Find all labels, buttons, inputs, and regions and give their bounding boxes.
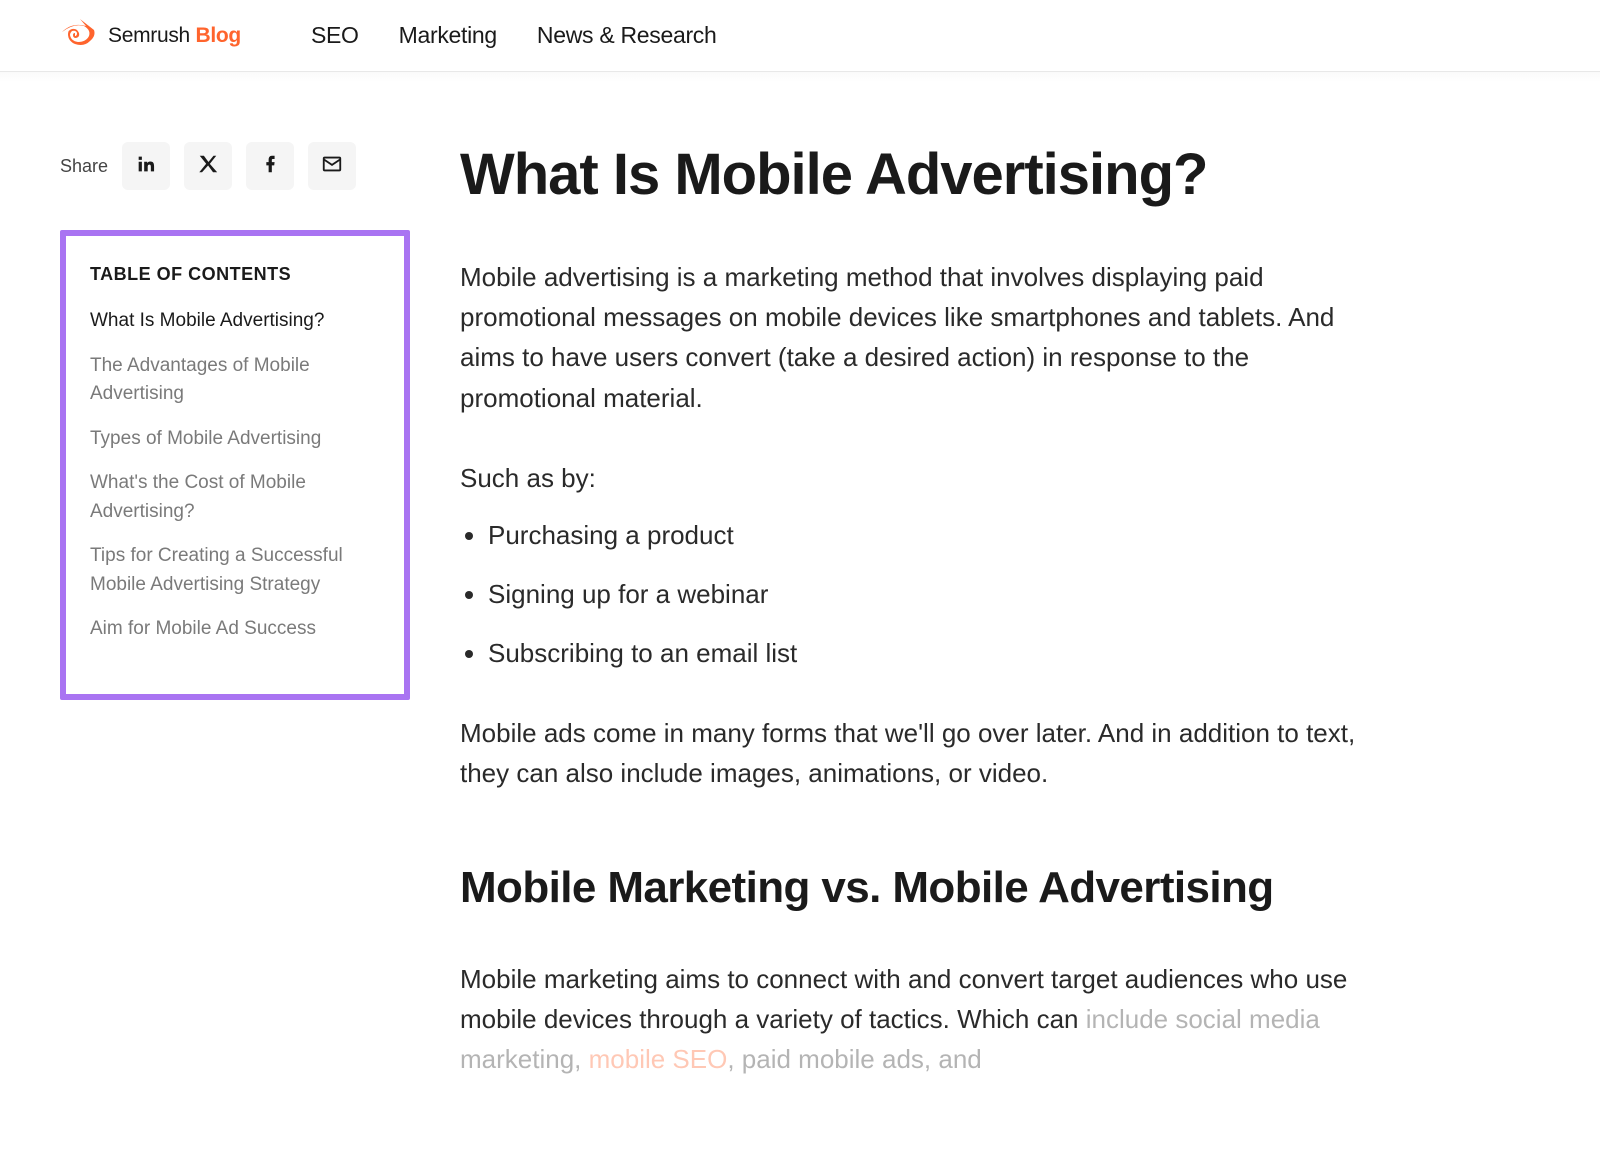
toc-item-what-is[interactable]: What Is Mobile Advertising? [90,307,380,336]
sidebar: Share TABLE [60,142,410,700]
article-body: What Is Mobile Advertising? Mobile adver… [460,142,1420,1079]
toc-title: TABLE OF CONTENTS [90,264,380,285]
primary-nav: SEO Marketing News & Research [311,22,717,49]
article-h1: What Is Mobile Advertising? [460,142,1380,209]
share-row: Share [60,142,410,190]
list-item: Purchasing a product [488,516,1380,555]
article-such-as: Such as by: [460,458,1380,498]
share-x-button[interactable] [184,142,232,190]
toc-item-advantages[interactable]: The Advantages of Mobile Advertising [90,352,380,409]
article-forms-paragraph: Mobile ads come in many forms that we'll… [460,713,1380,794]
toc-item-aim[interactable]: Aim for Mobile Ad Success [90,615,380,644]
article-bullet-list: Purchasing a product Signing up for a we… [460,516,1380,673]
toc-item-tips[interactable]: Tips for Creating a Successful Mobile Ad… [90,542,380,599]
linkedin-icon [135,153,157,180]
share-email-button[interactable] [308,142,356,190]
logo-link[interactable]: Semrush Blog [60,18,241,53]
nav-seo[interactable]: SEO [311,22,359,49]
table-of-contents: TABLE OF CONTENTS What Is Mobile Adverti… [60,230,410,700]
semrush-fire-icon [60,18,96,53]
share-linkedin-button[interactable] [122,142,170,190]
toc-item-types[interactable]: Types of Mobile Advertising [90,425,380,454]
toc-item-cost[interactable]: What's the Cost of Mobile Advertising? [90,469,380,526]
list-item: Subscribing to an email list [488,634,1380,673]
nav-marketing[interactable]: Marketing [399,22,497,49]
list-item: Signing up for a webinar [488,575,1380,614]
share-facebook-button[interactable] [246,142,294,190]
nav-news-research[interactable]: News & Research [537,22,717,49]
mobile-seo-link[interactable]: mobile SEO [589,1044,728,1074]
facebook-icon [259,153,281,180]
article-intro-paragraph: Mobile advertising is a marketing method… [460,257,1380,418]
site-header: Semrush Blog SEO Marketing News & Resear… [0,0,1600,72]
article-compare-paragraph: Mobile marketing aims to connect with an… [460,959,1380,1080]
email-icon [321,153,343,180]
share-label: Share [60,156,108,177]
logo-brand-text: Semrush Blog [108,24,241,48]
x-icon [197,153,219,180]
article-h2: Mobile Marketing vs. Mobile Advertising [460,862,1380,915]
